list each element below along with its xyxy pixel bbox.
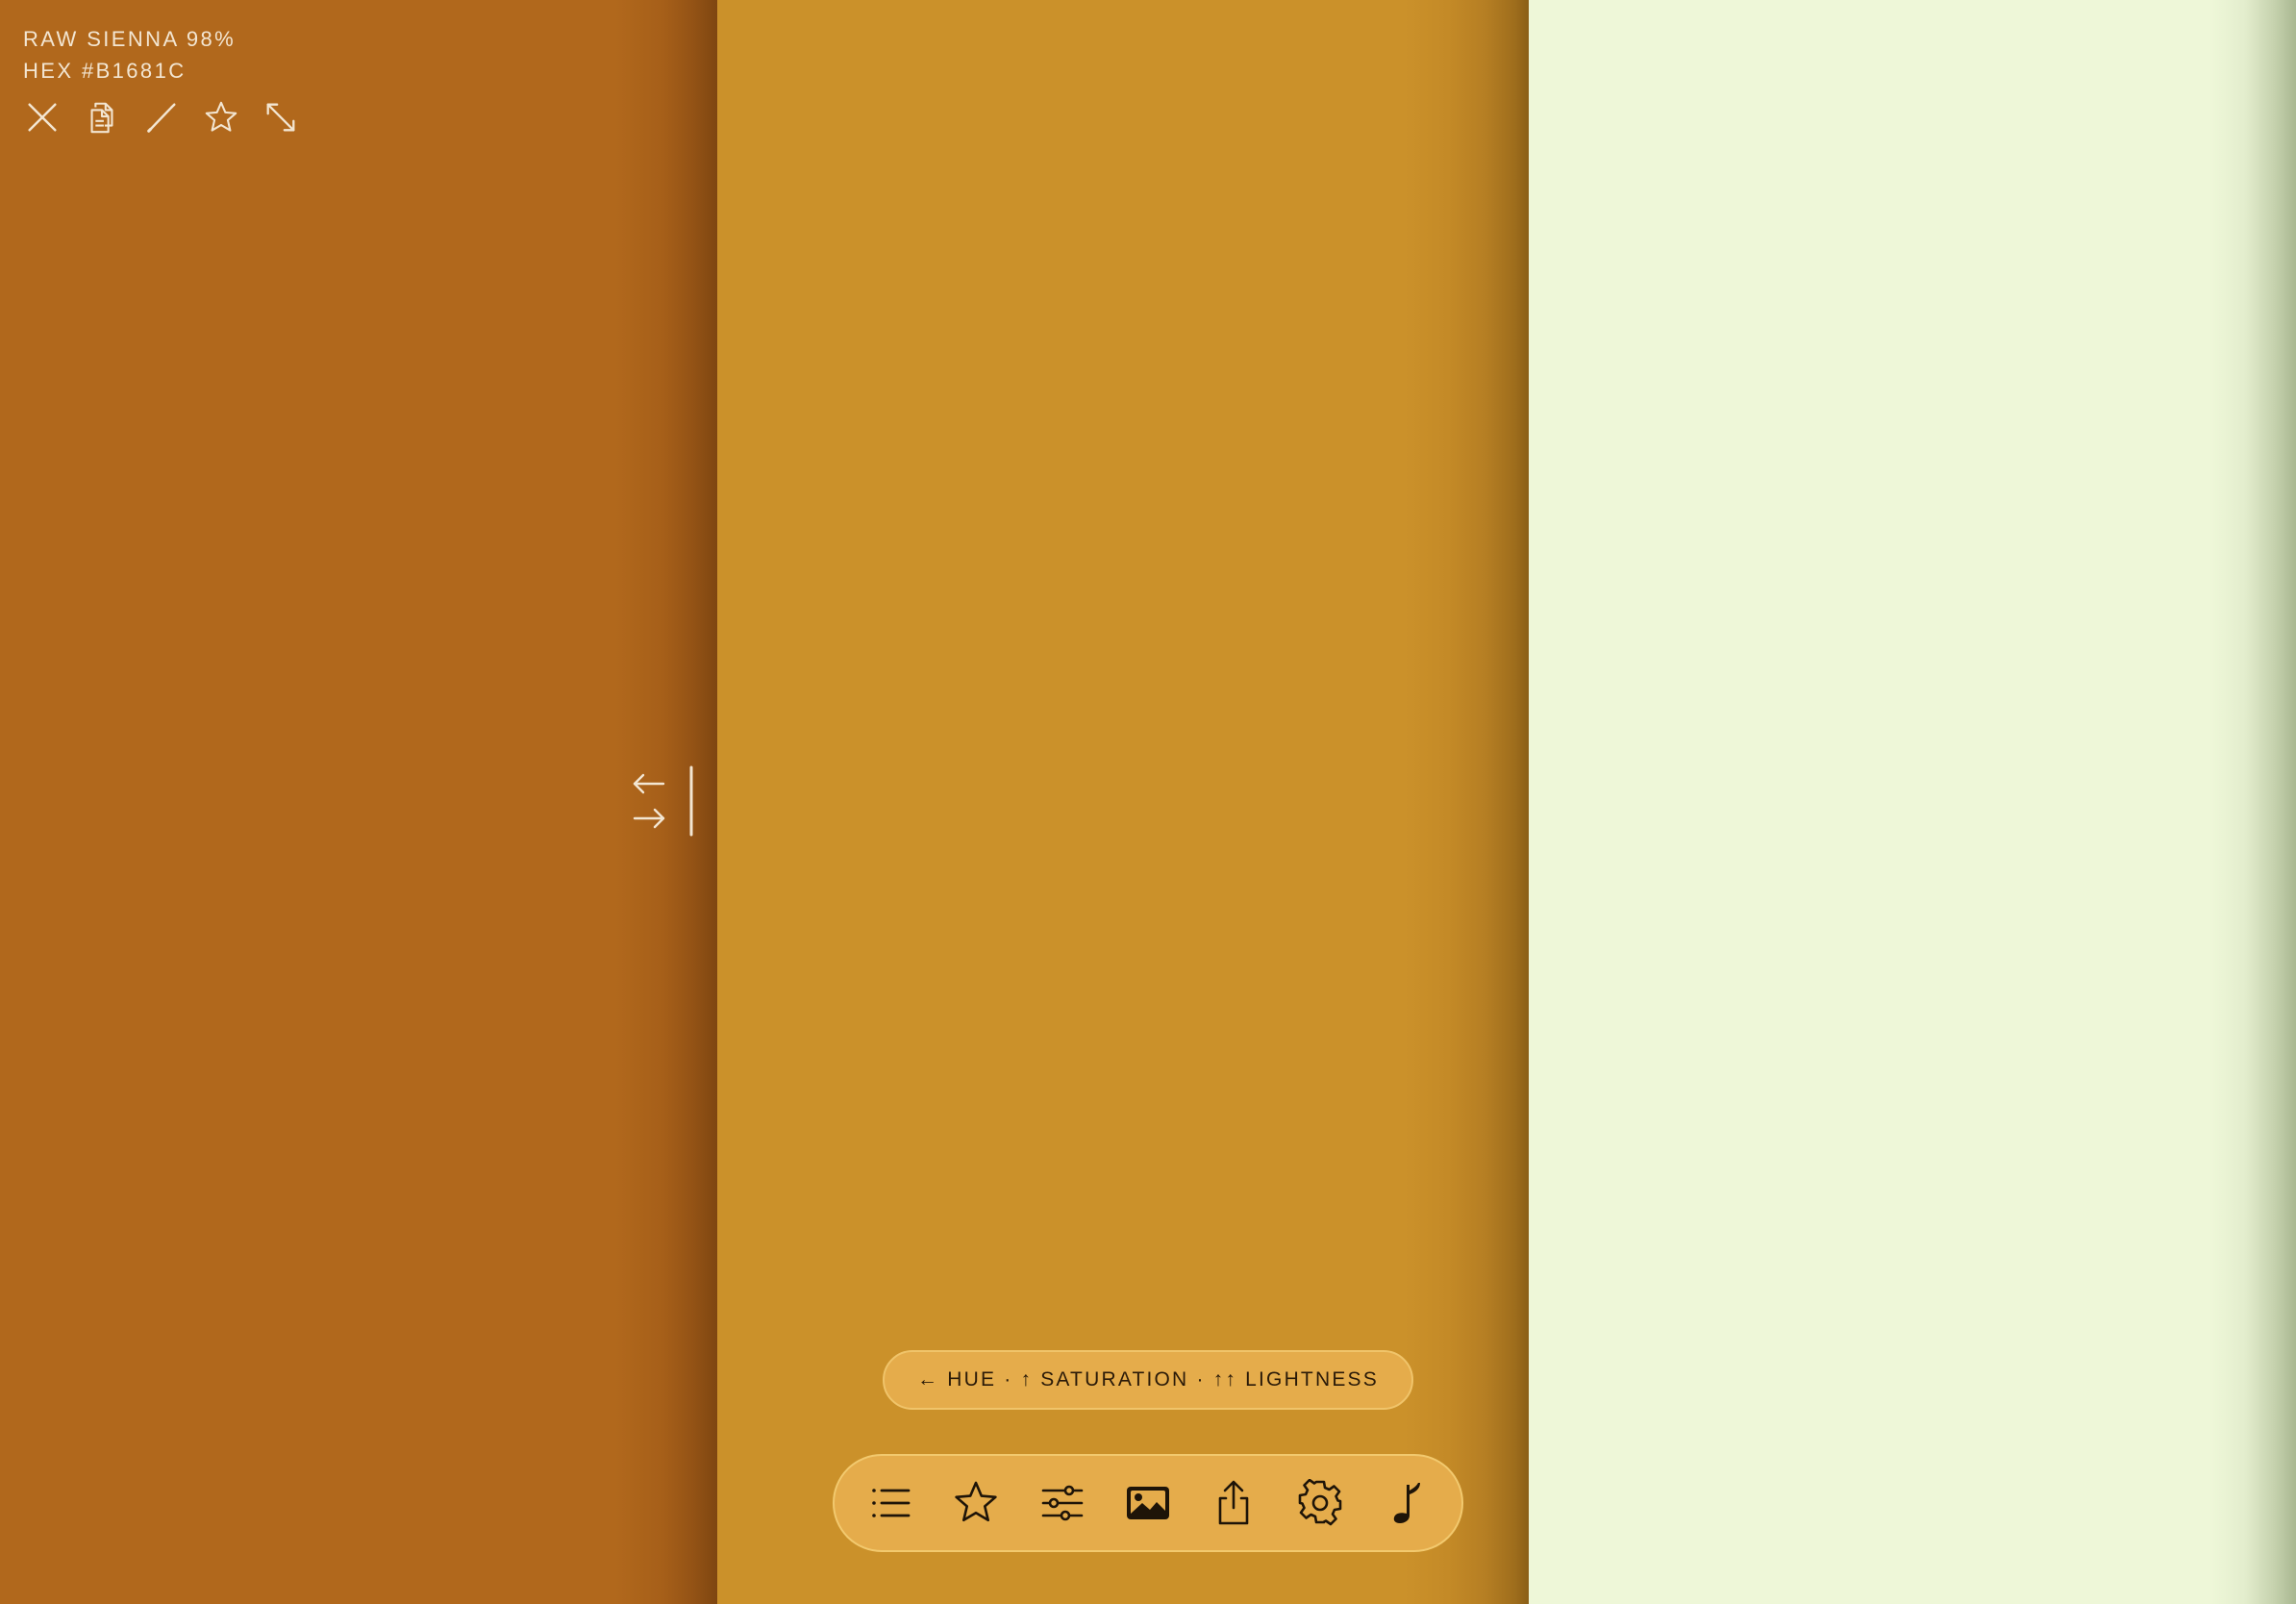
color-hex-label: HEX #B1681C [23, 59, 187, 83]
image-button[interactable] [1119, 1474, 1177, 1532]
color-panel-1[interactable] [0, 0, 717, 1604]
favorite-button[interactable] [200, 96, 242, 138]
panel-resize-handle[interactable] [629, 765, 696, 839]
palette-stage: RAW SIENNA 98% HEX #B1681C ← HUE · ↑ SAT… [0, 0, 2296, 1604]
music-note-icon [1393, 1483, 1420, 1523]
color-panel-3[interactable] [1529, 0, 2296, 1604]
sliders-icon [1041, 1485, 1083, 1521]
share-icon [1219, 1480, 1249, 1525]
arrow-left-icon [633, 773, 665, 794]
color-name-label: RAW SIENNA 98% [23, 27, 237, 51]
gesture-hint-pill: ← HUE · ↑ SATURATION · ↑↑ LIGHTNESS [883, 1350, 1413, 1410]
copy-icon [90, 102, 113, 134]
star-icon [955, 1481, 998, 1522]
favorites-button[interactable] [947, 1474, 1005, 1532]
list-icon [872, 1489, 911, 1517]
share-button[interactable] [1205, 1474, 1262, 1532]
copy-button[interactable] [81, 96, 123, 138]
close-icon [28, 103, 57, 132]
star-icon [205, 101, 237, 132]
close-button[interactable] [21, 96, 63, 138]
image-icon [1126, 1487, 1169, 1519]
gesture-hint-text: ← HUE · ↑ SATURATION · ↑↑ LIGHTNESS [917, 1368, 1379, 1391]
bottom-dock [833, 1454, 1463, 1552]
edit-pencil-icon [147, 103, 176, 133]
sound-button[interactable] [1377, 1474, 1435, 1532]
settings-gear-icon [1298, 1479, 1341, 1526]
color-info: RAW SIENNA 98% HEX #B1681C [23, 23, 236, 87]
expand-icon [266, 103, 295, 132]
adjustments-button[interactable] [1034, 1474, 1091, 1532]
expand-button[interactable] [260, 96, 302, 138]
palette-list-button[interactable] [861, 1474, 919, 1532]
color-toolbar [21, 96, 302, 138]
edit-button[interactable] [140, 96, 183, 138]
arrow-right-icon [633, 808, 665, 829]
settings-button[interactable] [1291, 1474, 1349, 1532]
